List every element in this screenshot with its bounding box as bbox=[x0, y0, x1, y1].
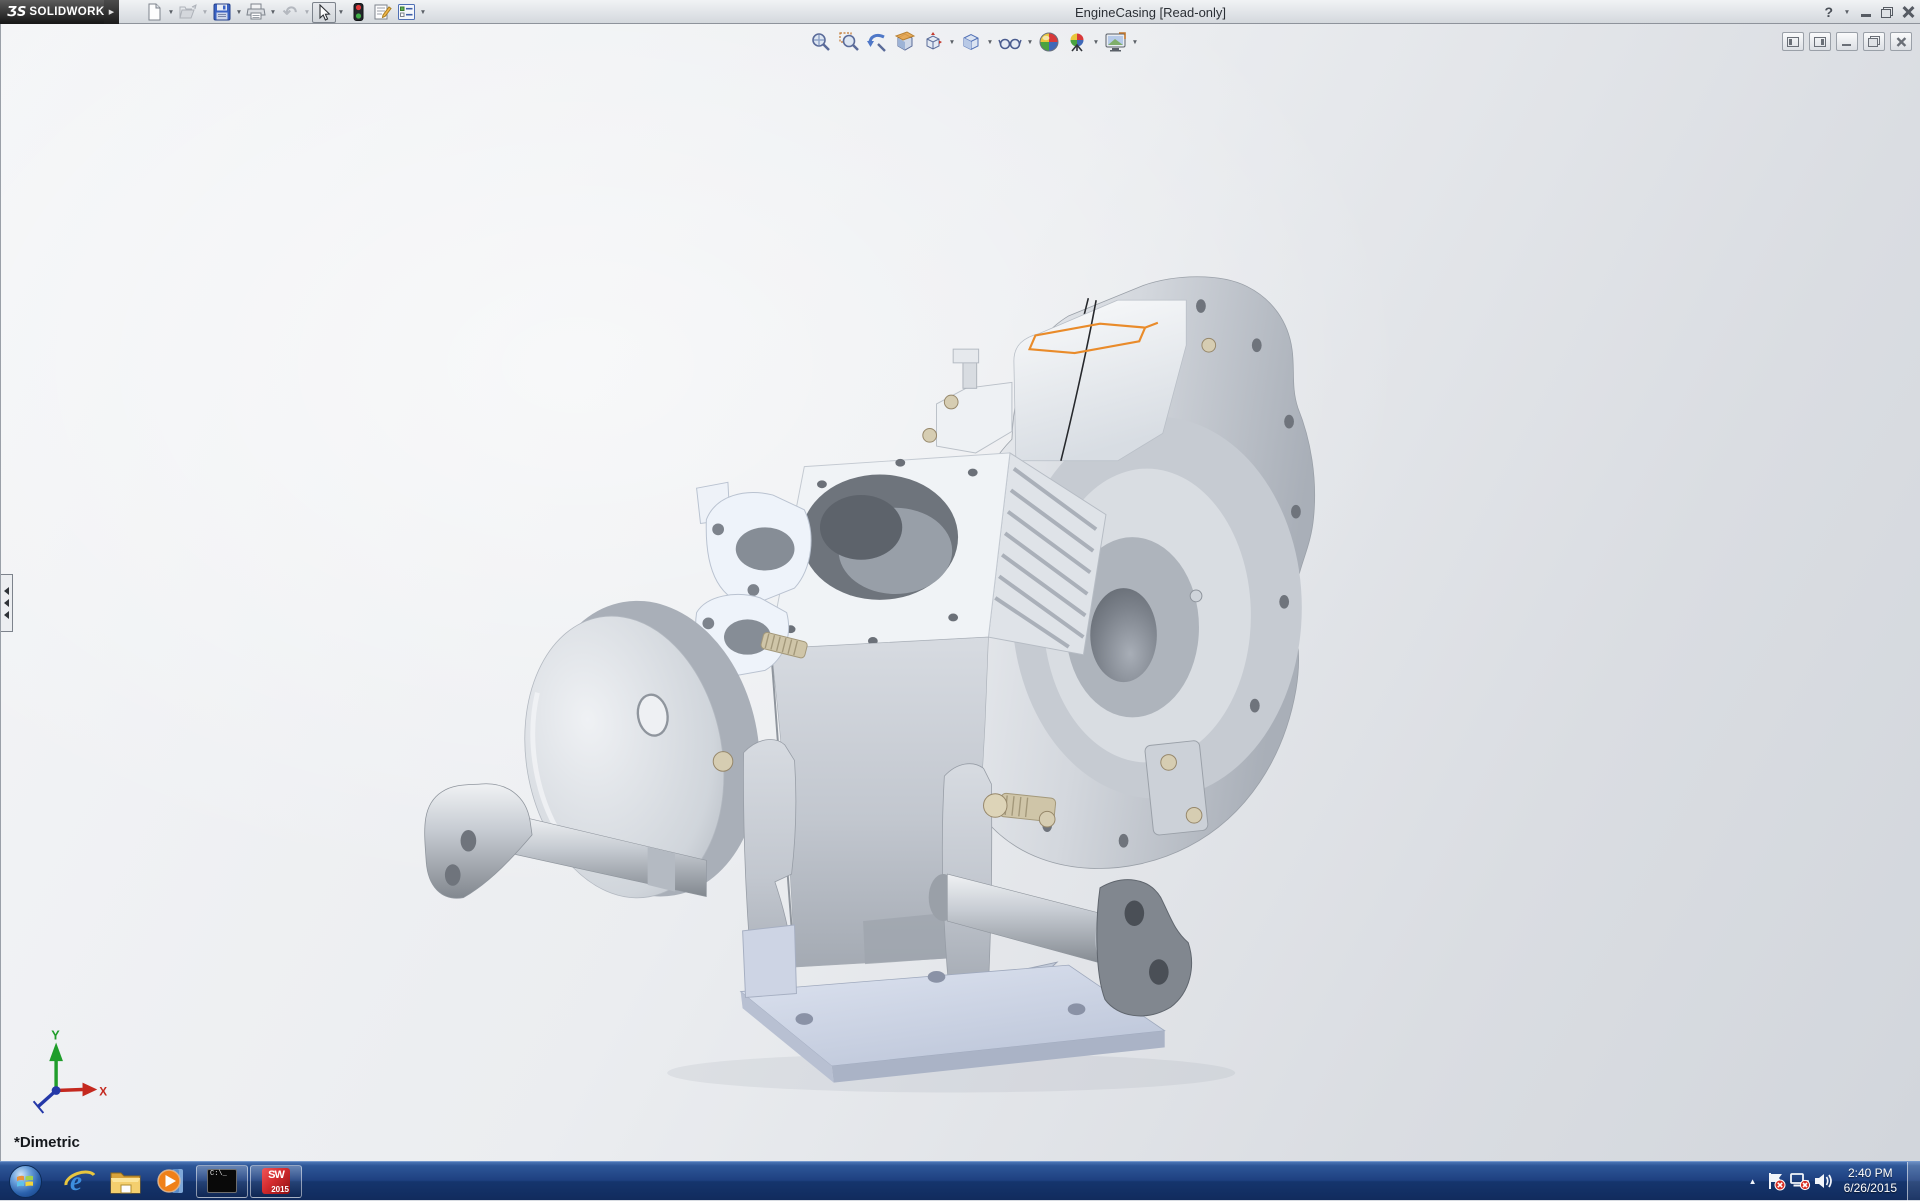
action-center-flag-icon bbox=[1766, 1171, 1786, 1191]
network-disconnected-icon bbox=[1789, 1171, 1811, 1191]
taskbar-item-internet-explorer[interactable]: e bbox=[57, 1162, 103, 1201]
title-bar: ƷS SOLIDWORKS ▶ ▼ ▼ bbox=[0, 0, 1920, 24]
right-axle-flange bbox=[1097, 880, 1192, 1016]
rebuild-traffic-light-icon bbox=[353, 3, 364, 21]
taskbar-item-solidworks-2015[interactable]: SW 2015 bbox=[250, 1165, 302, 1198]
dropdown-arrow-icon[interactable]: ▼ bbox=[336, 9, 346, 16]
options-button[interactable] bbox=[394, 2, 418, 23]
media-player-icon bbox=[156, 1165, 188, 1197]
restore-button[interactable] bbox=[1881, 7, 1893, 18]
action-center-button[interactable] bbox=[1764, 1162, 1788, 1201]
clock-time: 2:40 PM bbox=[1844, 1166, 1897, 1181]
undo-icon: ↶ bbox=[283, 4, 297, 21]
print-icon bbox=[246, 3, 266, 21]
system-tray: ▲ 2:40 PM bbox=[1742, 1162, 1920, 1200]
main-toolbar: ▼ ▼ ▼ bbox=[142, 1, 428, 23]
save-icon bbox=[213, 3, 231, 21]
triad-x-label: X bbox=[99, 1085, 107, 1098]
view-orientation-label: *Dimetric bbox=[14, 1134, 80, 1151]
document-title: EngineCasing [Read-only] bbox=[1075, 5, 1226, 20]
dropdown-arrow-icon[interactable]: ▼ bbox=[200, 9, 210, 16]
open-document-button[interactable] bbox=[176, 2, 200, 23]
new-document-button[interactable] bbox=[142, 2, 166, 23]
volume-icon bbox=[1813, 1171, 1835, 1191]
pivot-bolt bbox=[713, 752, 733, 772]
engine-casing-model[interactable]: Y X bbox=[1, 24, 1920, 1161]
file-properties-button[interactable] bbox=[370, 2, 394, 23]
window-controls: ? ▼ bbox=[1824, 0, 1914, 24]
taskbar-item-media-player[interactable] bbox=[149, 1162, 195, 1201]
select-cursor-icon bbox=[317, 4, 331, 21]
dropdown-arrow-icon[interactable]: ▼ bbox=[166, 9, 176, 16]
solidworks-2015-icon: SW 2015 bbox=[262, 1168, 290, 1194]
ds-logo-mark: ƷS bbox=[7, 5, 26, 20]
volume-button[interactable] bbox=[1812, 1162, 1836, 1201]
taskbar-left: e C:\_ SW bbox=[0, 1162, 303, 1200]
solidworks-logo: ƷS SOLIDWORKS bbox=[0, 0, 104, 24]
dropdown-arrow-icon[interactable]: ▼ bbox=[268, 9, 278, 16]
clock-date: 6/26/2015 bbox=[1844, 1181, 1897, 1196]
options-list-icon bbox=[397, 3, 416, 21]
show-hidden-icons-button[interactable]: ▲ bbox=[1742, 1177, 1764, 1186]
dropdown-arrow-icon[interactable]: ▼ bbox=[234, 9, 244, 16]
base-hole bbox=[928, 971, 946, 983]
windows-taskbar: e C:\_ SW bbox=[0, 1161, 1920, 1200]
brand-name: SOLIDWORKS bbox=[29, 6, 112, 18]
taskbar-item-command-prompt[interactable]: C:\_ bbox=[196, 1165, 248, 1198]
hex-bolt bbox=[944, 395, 958, 409]
minimize-button[interactable] bbox=[1861, 7, 1872, 18]
orientation-triad: Y X bbox=[34, 1028, 108, 1113]
show-desktop-button[interactable] bbox=[1907, 1162, 1920, 1201]
triad-y-label: Y bbox=[51, 1028, 60, 1043]
tray-clock[interactable]: 2:40 PM 6/26/2015 bbox=[1836, 1166, 1907, 1196]
save-button[interactable] bbox=[210, 2, 234, 23]
svg-text:e: e bbox=[70, 1166, 82, 1196]
dropdown-arrow-icon[interactable]: ▼ bbox=[418, 9, 428, 16]
help-dropdown-arrow-icon[interactable]: ▼ bbox=[1842, 9, 1852, 16]
graphics-viewport[interactable]: ▼ ▼ ▼ bbox=[0, 24, 1920, 1161]
carburetor-mount[interactable] bbox=[923, 349, 1012, 453]
undo-button[interactable]: ↶ bbox=[278, 2, 302, 23]
command-prompt-icon: C:\_ bbox=[207, 1169, 237, 1193]
print-button[interactable] bbox=[244, 2, 268, 23]
new-document-icon bbox=[145, 3, 163, 21]
network-status-button[interactable] bbox=[1788, 1162, 1812, 1201]
help-button[interactable]: ? bbox=[1824, 4, 1833, 20]
hex-bolt bbox=[923, 428, 937, 442]
sw-year: 2015 bbox=[271, 1185, 289, 1194]
base-hole bbox=[1068, 1003, 1086, 1015]
menu-expand-chevron-icon[interactable]: ▶ bbox=[104, 0, 119, 24]
sw-letters: SW bbox=[268, 1168, 284, 1182]
rebuild-button[interactable] bbox=[346, 2, 370, 23]
left-axle-flange bbox=[425, 784, 532, 898]
windows-logo-icon bbox=[9, 1165, 42, 1198]
close-button[interactable] bbox=[1902, 6, 1914, 18]
file-properties-icon bbox=[373, 3, 392, 21]
select-tool-button[interactable] bbox=[312, 2, 336, 23]
internet-explorer-icon: e bbox=[64, 1165, 96, 1197]
dropdown-arrow-icon[interactable]: ▼ bbox=[302, 9, 312, 16]
open-document-icon bbox=[178, 3, 198, 21]
base-hole bbox=[795, 1013, 813, 1025]
taskbar-item-windows-explorer[interactable] bbox=[103, 1162, 149, 1201]
start-button[interactable] bbox=[5, 1164, 45, 1198]
folder-icon bbox=[109, 1166, 143, 1196]
